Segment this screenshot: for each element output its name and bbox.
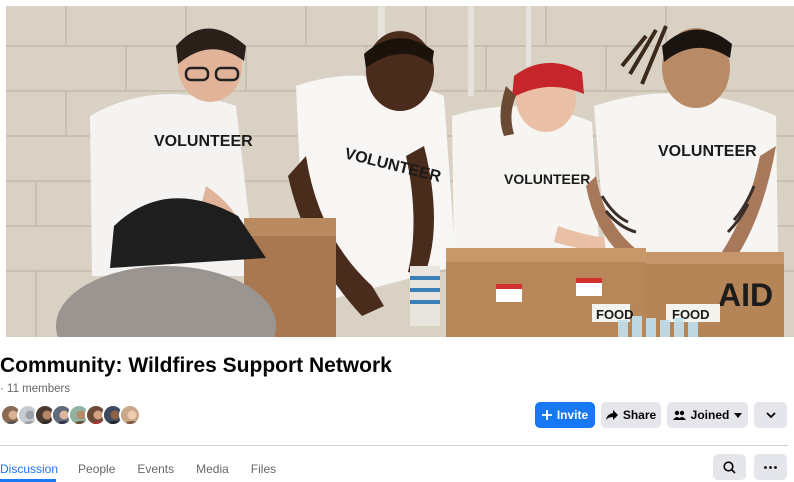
search-group-button[interactable] [713, 454, 746, 480]
group-tabs: Discussion People Events Media Files [0, 459, 276, 479]
invite-label: Invite [556, 408, 589, 422]
more-dots-icon [764, 465, 777, 469]
chevron-down-icon [765, 412, 776, 418]
plus-icon [541, 410, 552, 420]
shirt-text-1: VOLUNTEER [154, 133, 253, 150]
member-avatars[interactable] [0, 404, 170, 428]
tabs-more-button[interactable] [754, 454, 787, 480]
box-label-aid: AID [718, 277, 773, 313]
tab-people[interactable]: People [78, 462, 115, 476]
share-button[interactable]: Share [601, 402, 661, 428]
header-divider [0, 445, 788, 446]
caret-down-icon [734, 412, 743, 418]
joined-label: Joined [690, 408, 730, 422]
invite-button[interactable]: Invite [535, 402, 595, 428]
shirt-text-3: VOLUNTEER [504, 171, 590, 187]
tab-discussion[interactable]: Discussion [0, 462, 58, 476]
more-options-button[interactable] [754, 402, 787, 428]
group-members-icon [672, 410, 686, 421]
box-label-food-1: FOOD [596, 307, 634, 322]
group-meta: · 11 members [0, 383, 71, 395]
joined-button[interactable]: Joined [667, 402, 748, 428]
share-label: Share [622, 408, 657, 422]
avatar[interactable] [119, 404, 141, 426]
share-arrow-icon [605, 409, 618, 421]
shirt-text-4: VOLUNTEER [658, 143, 757, 160]
search-icon [723, 460, 736, 474]
tab-events[interactable]: Events [137, 462, 174, 476]
tab-files[interactable]: Files [251, 462, 276, 476]
cover-photo[interactable]: VOLUNTEER VOLUNTEER VOLUNTEER VOLUNTEER … [6, 6, 794, 337]
tab-media[interactable]: Media [196, 462, 229, 476]
group-title: Community: Wildfires Support Network [0, 354, 392, 377]
